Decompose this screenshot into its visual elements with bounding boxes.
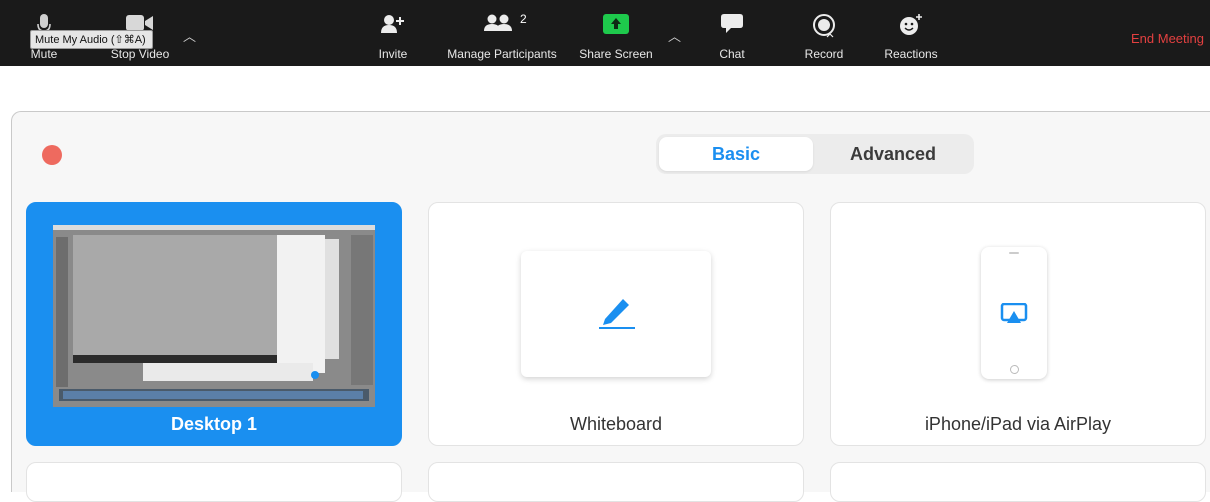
- tab-basic[interactable]: Basic: [659, 137, 813, 171]
- add-person-icon: [381, 14, 405, 37]
- share-option-row2-2[interactable]: [428, 462, 804, 502]
- record-label: Record: [804, 47, 844, 61]
- share-screen-dialog: Basic Advanced Desktop 1 Whiteboard iPho…: [11, 111, 1210, 502]
- chat-button[interactable]: Chat: [712, 0, 752, 66]
- chat-bubble-icon: [721, 14, 743, 37]
- end-meeting-button[interactable]: End Meeting: [1131, 31, 1204, 46]
- desktop-label: Desktop 1: [170, 414, 258, 434]
- stop-video-label: Stop Video: [110, 47, 170, 61]
- phone-preview: [981, 247, 1047, 379]
- whiteboard-preview: [521, 251, 711, 377]
- pen-icon: [597, 291, 637, 336]
- close-window-button[interactable]: [42, 145, 62, 165]
- tab-advanced[interactable]: Advanced: [816, 137, 970, 171]
- share-option-row2-1[interactable]: [26, 462, 402, 502]
- manage-participants-button[interactable]: 2 Manage Participants: [440, 0, 564, 66]
- manage-participants-label: Manage Participants: [447, 47, 557, 61]
- chat-label: Chat: [719, 47, 745, 61]
- invite-label: Invite: [378, 47, 408, 61]
- whiteboard-label: Whiteboard: [569, 414, 663, 434]
- meeting-toolbar: Mute Stop Video ︿ Mute My Audio (⇧⌘A) In…: [0, 0, 1210, 66]
- share-option-row2-3[interactable]: [830, 462, 1206, 502]
- reactions-button[interactable]: Reactions: [880, 0, 942, 66]
- invite-button[interactable]: Invite: [370, 0, 416, 66]
- participants-icon: [483, 14, 513, 35]
- share-screen-button[interactable]: Share Screen: [572, 0, 660, 66]
- video-options-chevron-icon[interactable]: ︿: [183, 26, 196, 45]
- share-options-chevron-icon[interactable]: ︿: [668, 26, 681, 45]
- share-option-whiteboard[interactable]: Whiteboard: [428, 202, 804, 446]
- share-screen-label: Share Screen: [579, 47, 653, 61]
- share-option-desktop[interactable]: Desktop 1: [26, 202, 402, 446]
- airplay-label: iPhone/iPad via AirPlay: [924, 414, 1112, 434]
- reactions-label: Reactions: [884, 47, 938, 61]
- share-mode-tabs: Basic Advanced: [656, 134, 974, 174]
- mute-label: Mute: [30, 47, 58, 61]
- share-option-airplay[interactable]: iPhone/iPad via AirPlay: [830, 202, 1206, 446]
- record-button[interactable]: Record: [797, 0, 851, 66]
- participants-count: 2: [520, 12, 527, 26]
- desktop-thumbnail: [53, 225, 375, 407]
- airplay-icon: [1000, 302, 1028, 330]
- share-screen-icon: [603, 14, 629, 37]
- mute-tooltip: Mute My Audio (⇧⌘A): [30, 30, 153, 49]
- record-icon: [812, 14, 836, 41]
- emoji-add-icon: [898, 14, 924, 39]
